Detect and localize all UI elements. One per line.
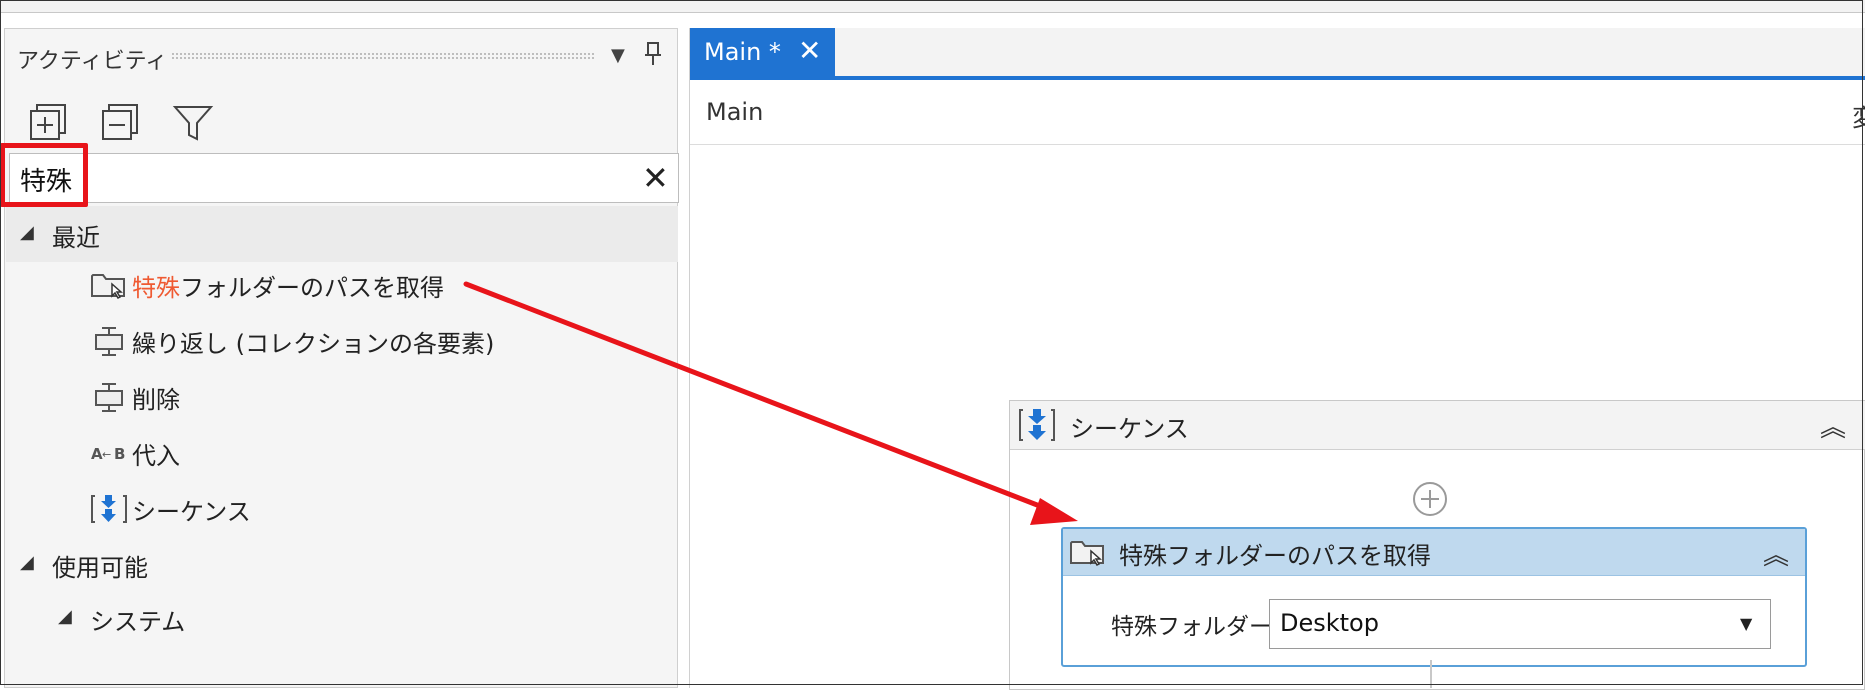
screenshot-frame: [0, 0, 1863, 685]
